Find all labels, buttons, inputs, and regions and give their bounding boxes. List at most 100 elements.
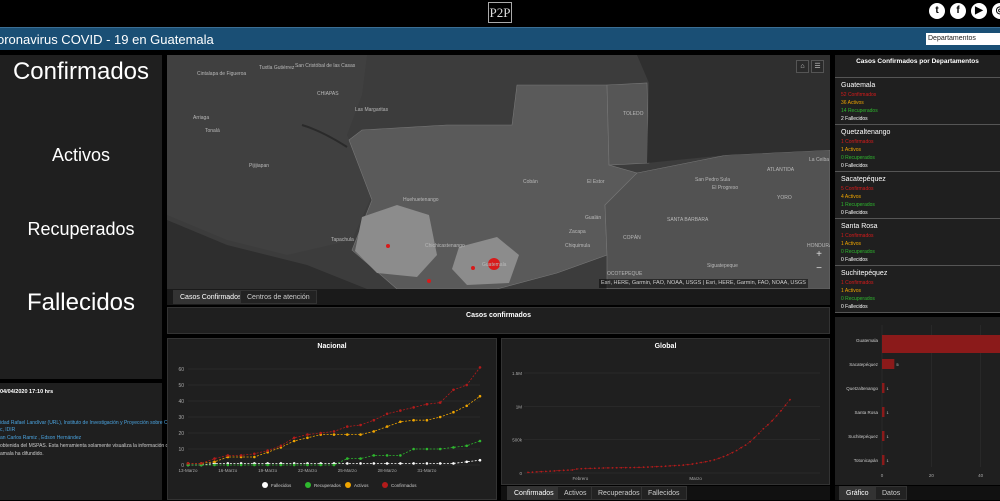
data-point[interactable] [253,452,256,456]
data-point[interactable] [678,464,680,467]
zoom-in-button[interactable]: + [813,249,825,261]
department-item[interactable]: Quetzaltenango 1 Confirmados 1 Activos 0 Re… [835,124,1000,172]
data-point[interactable] [593,467,596,470]
data-point[interactable] [306,436,309,440]
departments-select[interactable]: Departamentos [926,33,1000,45]
data-point[interactable] [359,457,362,460]
data-point[interactable] [735,449,738,452]
data-point[interactable] [332,463,336,467]
data-point[interactable] [465,460,469,464]
data-point[interactable] [549,470,552,473]
tab-centros-atencion[interactable]: Centros de atención [240,290,317,304]
data-point[interactable] [646,466,649,468]
bar[interactable] [882,407,885,417]
data-point[interactable] [713,458,716,461]
facebook-icon[interactable]: f [950,3,966,19]
data-point[interactable] [226,454,230,457]
data-point[interactable] [766,424,769,426]
data-point[interactable] [611,466,614,469]
data-point[interactable] [345,462,349,465]
data-point[interactable] [199,462,203,465]
data-point[interactable] [319,431,323,435]
data-point[interactable] [553,470,556,472]
data-point[interactable] [722,455,725,458]
data-point[interactable] [638,466,640,469]
data-point[interactable] [633,466,636,469]
data-point[interactable] [580,467,583,470]
data-point[interactable] [239,463,243,467]
data-point[interactable] [709,459,711,462]
case-marker[interactable] [386,244,390,248]
data-point[interactable] [780,409,783,412]
data-point[interactable] [359,433,362,436]
data-point[interactable] [673,464,676,467]
data-point[interactable] [345,433,349,436]
data-point[interactable] [266,449,269,452]
data-point[interactable] [425,402,429,406]
youtube-icon[interactable]: ▶ [971,3,987,19]
tab-recuperados[interactable]: Recuperados [591,486,647,500]
data-point[interactable] [584,467,587,470]
tab-grafico[interactable]: Gráfico [839,486,876,500]
data-point[interactable] [372,430,376,433]
tab-fallecidos[interactable]: Fallecidos [641,486,687,500]
data-point[interactable] [438,401,442,404]
data-point[interactable] [452,410,455,414]
data-point[interactable] [664,465,667,468]
department-item[interactable]: Guatemala 52 Confirmados 36 Activos 14 Recu… [835,77,1000,125]
data-point[interactable] [762,427,765,430]
data-point[interactable] [399,409,402,412]
data-point[interactable] [292,463,296,467]
data-point[interactable] [425,418,429,422]
data-point[interactable] [385,425,389,428]
data-point[interactable] [239,454,243,457]
data-point[interactable] [266,463,269,467]
data-point[interactable] [213,460,216,464]
data-point[interactable] [213,457,216,460]
data-point[interactable] [682,464,685,466]
data-point[interactable] [700,461,703,464]
data-point[interactable] [620,466,623,469]
data-point[interactable] [292,436,296,440]
data-point[interactable] [345,425,349,428]
data-point[interactable] [425,447,429,451]
bar[interactable] [882,359,895,369]
data-point[interactable] [567,469,569,472]
data-point[interactable] [744,444,747,447]
data-point[interactable] [478,366,482,369]
data-point[interactable] [412,462,415,465]
data-point[interactable] [399,420,402,424]
data-point[interactable] [624,466,627,469]
data-point[interactable] [642,466,645,469]
legend-list-icon[interactable]: ☰ [811,60,824,73]
data-point[interactable] [345,457,349,460]
data-point[interactable] [253,463,256,467]
basemap-icon[interactable]: ⌂ [796,60,809,73]
department-item[interactable]: Totonicapán [835,312,1000,313]
data-point[interactable] [359,462,362,465]
data-point[interactable] [465,444,469,448]
data-point[interactable] [279,444,283,448]
data-point[interactable] [372,454,376,457]
twitter-icon[interactable]: t [929,3,945,19]
data-point[interactable] [478,394,482,398]
legend-swatch[interactable] [305,482,311,488]
data-point[interactable] [385,454,389,457]
data-point[interactable] [412,418,415,422]
data-point[interactable] [535,470,538,473]
data-point[interactable] [226,463,230,467]
data-point[interactable] [655,465,658,468]
data-point[interactable] [575,468,578,470]
bar[interactable] [882,455,885,465]
data-point[interactable] [531,471,534,474]
p2p-logo[interactable]: P2P [488,2,512,23]
data-point[interactable] [399,454,402,457]
data-point[interactable] [478,458,482,462]
data-point[interactable] [306,433,309,436]
data-point[interactable] [615,466,618,469]
data-point[interactable] [686,463,689,466]
data-point[interactable] [540,470,543,473]
data-point[interactable] [438,462,442,465]
data-point[interactable] [292,439,296,443]
data-point[interactable] [527,471,529,474]
